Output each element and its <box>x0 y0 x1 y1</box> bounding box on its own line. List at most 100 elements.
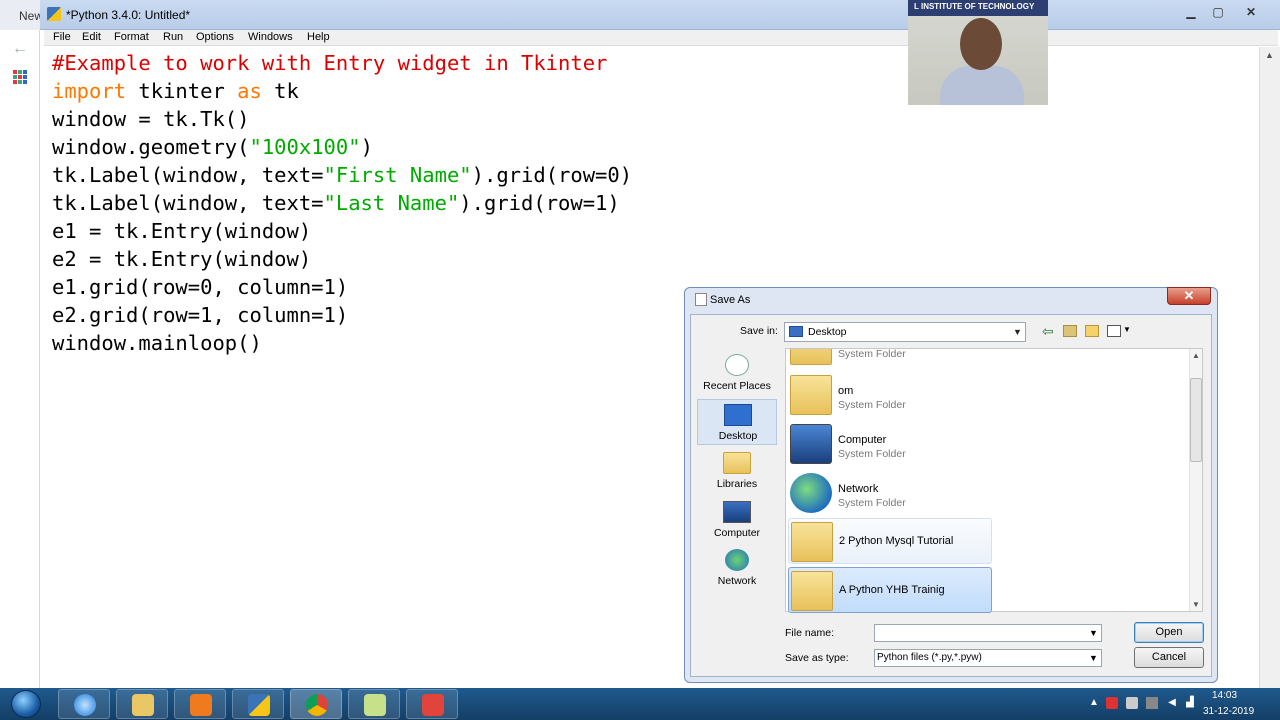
editor-scrollbar[interactable] <box>1259 47 1280 688</box>
item-name: Computer <box>838 434 887 446</box>
list-item[interactable]: 2 Python Mysql Tutorial <box>788 518 992 564</box>
maximize-icon[interactable]: ▢ <box>1205 3 1231 21</box>
open-button[interactable]: Open <box>1134 622 1204 643</box>
browser-tab[interactable]: New <box>0 0 40 30</box>
chevron-down-icon[interactable]: ▼ <box>1086 650 1101 666</box>
back-icon[interactable]: ⇦ <box>1042 323 1054 340</box>
start-button[interactable] <box>11 690 41 718</box>
up-folder-icon[interactable] <box>1063 325 1077 337</box>
place-label: Desktop <box>718 430 758 442</box>
item-subtitle: System Folder <box>838 497 906 509</box>
item-name: om <box>838 385 854 397</box>
save-in-value: Desktop <box>808 326 847 338</box>
list-item[interactable]: Network System Folder <box>788 470 992 516</box>
code-line-6: tk.Label(window, text="Last Name").grid(… <box>52 189 620 217</box>
tray-network-icon[interactable]: ▟ <box>1184 697 1196 709</box>
tray-volume-icon[interactable]: ◀ <box>1166 697 1178 709</box>
place-label: Network <box>717 575 757 587</box>
code-line-7: e1 = tk.Entry(window) <box>52 219 312 243</box>
user-folder-icon <box>790 375 832 415</box>
list-item[interactable]: Computer System Folder <box>788 421 992 467</box>
close-icon[interactable]: ✕ <box>1235 3 1267 21</box>
network-icon <box>725 549 749 571</box>
media-player-icon <box>190 694 212 716</box>
list-item[interactable]: System Folder <box>788 349 992 369</box>
view-menu-icon[interactable] <box>1107 325 1121 337</box>
chevron-down-icon[interactable]: ▼ <box>1086 625 1101 641</box>
place-libraries[interactable]: Libraries <box>697 448 777 494</box>
cancel-button[interactable]: Cancel <box>1134 647 1204 668</box>
string-last-name: "Last Name" <box>323 191 460 215</box>
code-line-2-end: tk <box>261 79 299 103</box>
code-line-3: window = tk.Tk() <box>52 107 250 131</box>
place-label: Computer <box>713 527 761 539</box>
taskbar-ie[interactable] <box>58 689 110 719</box>
apps-grid-icon[interactable] <box>13 70 27 84</box>
scroll-up-icon[interactable]: ▲ <box>1192 351 1200 360</box>
place-network[interactable]: Network <box>697 545 777 591</box>
idle-title-bar[interactable] <box>40 0 1280 30</box>
document-icon <box>695 293 707 306</box>
clock-time[interactable]: 14:03 <box>1212 690 1237 701</box>
new-folder-icon[interactable] <box>1085 325 1099 337</box>
minimize-icon[interactable]: ▁ <box>1178 3 1204 21</box>
code-line-11: window.mainloop() <box>52 331 262 355</box>
webcam-overlay: L INSTITUTE OF TECHNOLOGY <box>908 0 1048 105</box>
browser-tab-label: New <box>19 9 40 23</box>
recent-places-icon <box>725 354 749 376</box>
menu-file[interactable]: File <box>53 31 71 43</box>
taskbar-explorer[interactable] <box>116 689 168 719</box>
taskbar-chrome[interactable] <box>290 689 342 719</box>
tray-expand-icon[interactable]: ▲ <box>1088 697 1100 709</box>
code-line-10: e2.grid(row=1, column=1) <box>52 303 349 327</box>
menu-format[interactable]: Format <box>114 31 149 43</box>
taskbar-pdf[interactable] <box>406 689 458 719</box>
scroll-down-icon[interactable]: ▼ <box>1192 600 1200 609</box>
tray-flag-icon[interactable] <box>1126 697 1138 709</box>
menu-options[interactable]: Options <box>196 31 234 43</box>
code-line-8: e2 = tk.Entry(window) <box>52 247 312 271</box>
folder-icon <box>790 349 832 365</box>
taskbar-python[interactable] <box>232 689 284 719</box>
list-item[interactable]: A Python YHB Trainig <box>788 567 992 613</box>
save-type-label: Save as type: <box>785 652 849 664</box>
list-item[interactable]: om System Folder <box>788 372 992 418</box>
scroll-up-icon[interactable]: ▲ <box>1265 50 1274 60</box>
menu-windows[interactable]: Windows <box>248 31 293 43</box>
place-recent-places[interactable]: Recent Places <box>697 350 777 396</box>
menu-run[interactable]: Run <box>163 31 183 43</box>
presenter-body <box>940 66 1024 105</box>
item-subtitle: System Folder <box>838 349 906 360</box>
place-desktop[interactable]: Desktop <box>697 399 777 445</box>
scrollbar-thumb[interactable] <box>1190 378 1202 462</box>
place-label: Recent Places <box>703 380 771 392</box>
item-name: Network <box>838 483 879 495</box>
back-arrow-icon[interactable]: ← <box>12 40 28 58</box>
menu-edit[interactable]: Edit <box>82 31 101 43</box>
code-line-4-b: ) <box>360 135 373 159</box>
python-icon <box>248 694 270 716</box>
string-geometry: "100x100" <box>249 135 361 159</box>
save-in-label: Save in: <box>740 325 778 337</box>
item-subtitle: System Folder <box>838 399 906 411</box>
taskbar-media[interactable] <box>174 689 226 719</box>
tray-security-icon[interactable] <box>1106 697 1118 709</box>
item-name: 2 Python Mysql Tutorial <box>839 535 954 547</box>
file-name-input[interactable] <box>874 624 1102 642</box>
dialog-close-button[interactable]: ✕ <box>1167 287 1211 305</box>
computer-icon <box>723 501 751 523</box>
code-line-5-b: ).grid(row=0) <box>471 163 633 187</box>
menu-help[interactable]: Help <box>307 31 330 43</box>
tray-device-icon[interactable] <box>1146 697 1158 709</box>
place-computer[interactable]: Computer <box>697 497 777 543</box>
clock-date[interactable]: 31-12-2019 <box>1203 706 1254 717</box>
browser-side-strip <box>0 0 40 688</box>
view-chevron-icon[interactable]: ▼ <box>1123 325 1131 334</box>
desktop-icon <box>789 326 803 337</box>
pdf-icon <box>422 694 444 716</box>
taskbar-notes[interactable] <box>348 689 400 719</box>
save-type-value: Python files (*.py,*.pyw) <box>877 652 982 663</box>
code-line-5-a: tk.Label(window, text= <box>52 163 324 187</box>
place-label: Libraries <box>716 478 758 490</box>
chevron-down-icon[interactable]: ▼ <box>1010 323 1025 341</box>
